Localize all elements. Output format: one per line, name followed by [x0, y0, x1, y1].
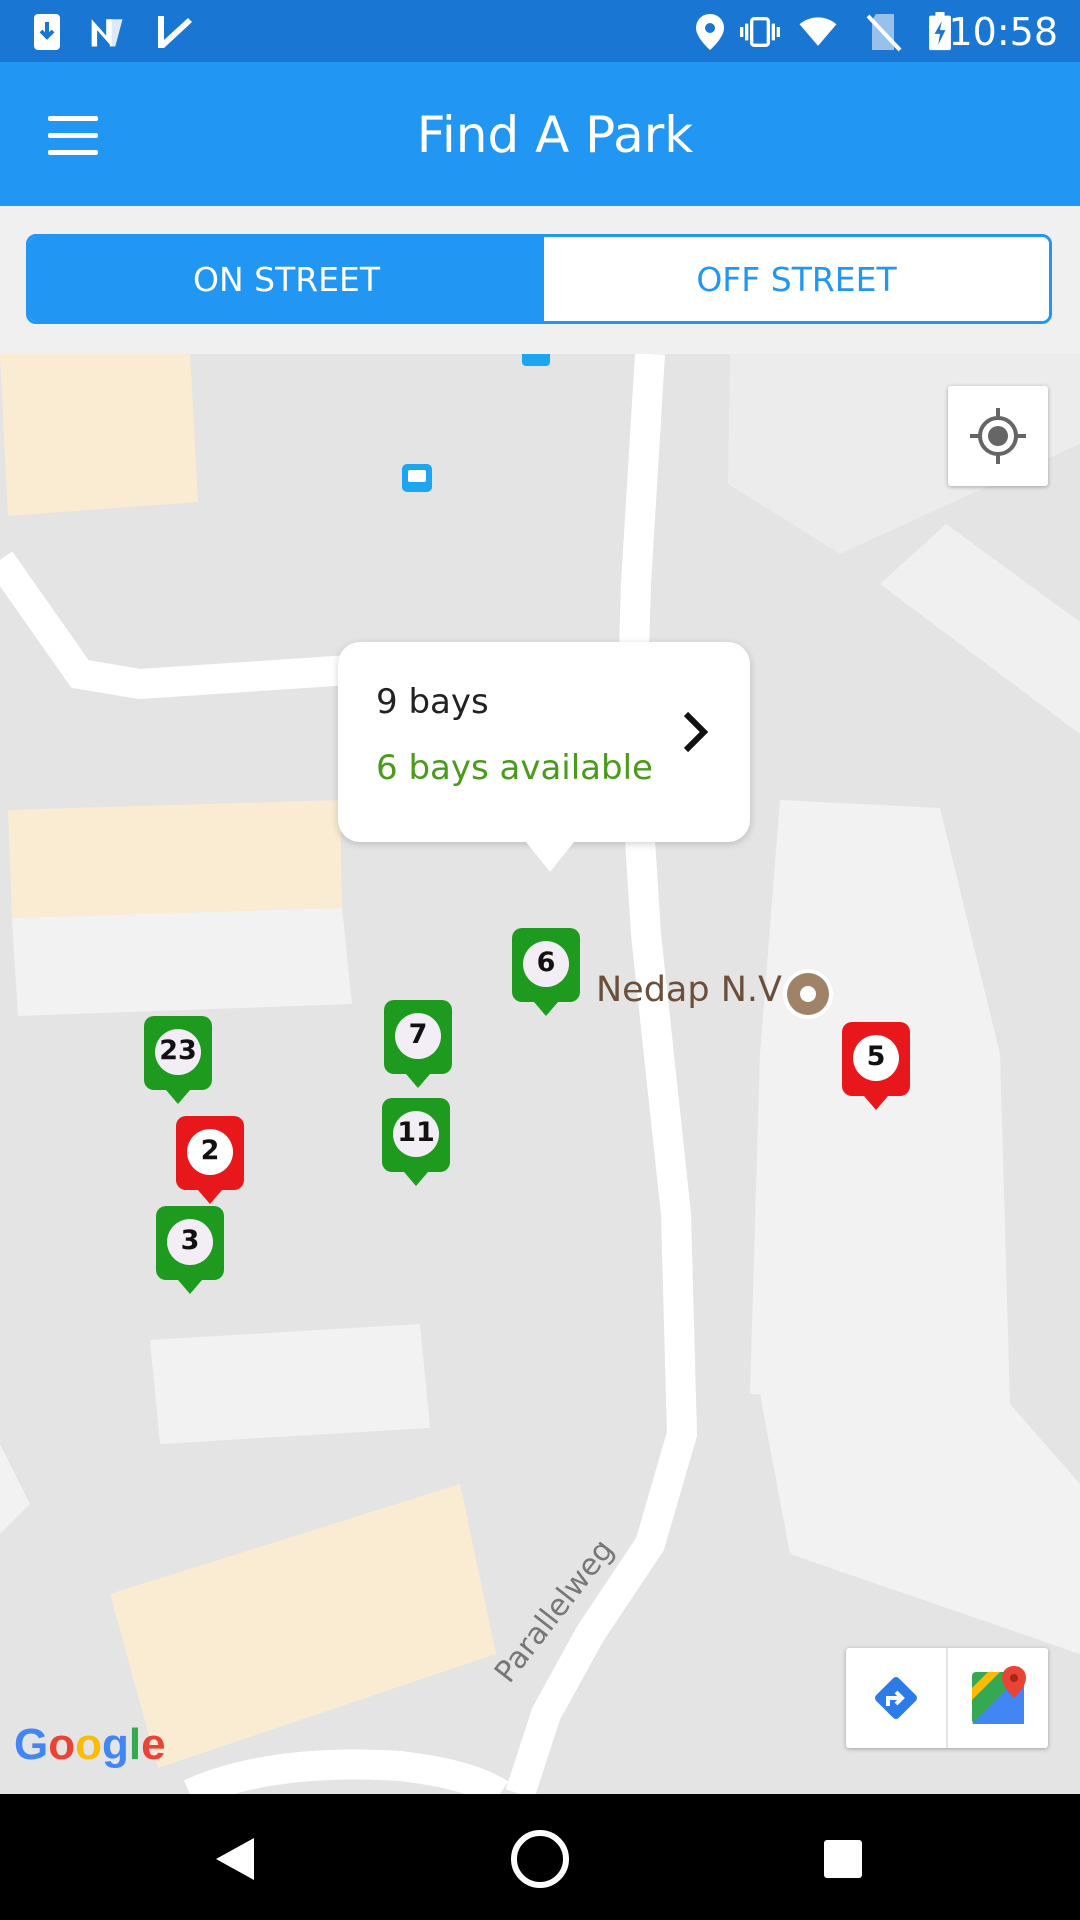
no-sim-icon — [866, 14, 902, 52]
google-logo[interactable]: Google — [14, 1720, 166, 1770]
status-time: 10:58 — [948, 10, 1058, 54]
bay-info-popup[interactable]: 9 bays 6 bays available — [338, 642, 750, 872]
parking-type-segmented-control: ON STREET OFF STREET — [26, 234, 1052, 324]
poi-label[interactable]: Nedap N.V — [596, 970, 782, 1010]
tab-on-street[interactable]: ON STREET — [29, 237, 544, 321]
directions-button[interactable] — [846, 1648, 946, 1748]
parking-marker[interactable]: 11 — [382, 1098, 450, 1194]
popup-bays-available: 6 bays available — [376, 748, 653, 788]
my-location-button[interactable] — [948, 386, 1048, 486]
status-bar: 10:58 — [0, 0, 1080, 62]
home-icon[interactable] — [505, 1824, 575, 1894]
check-app-icon — [158, 16, 192, 48]
parking-marker[interactable]: 2 — [176, 1116, 244, 1212]
vibrate-icon — [740, 17, 780, 47]
parking-type-tabs-bar: ON STREET OFF STREET — [0, 206, 1080, 354]
google-maps-icon — [972, 1666, 1026, 1724]
system-navigation-bar — [0, 1794, 1080, 1920]
my-location-icon — [970, 408, 1026, 464]
parking-marker[interactable]: 5 — [842, 1022, 910, 1118]
tab-off-street[interactable]: OFF STREET — [544, 237, 1049, 321]
parking-marker[interactable]: 3 — [156, 1206, 224, 1302]
map-view[interactable]: 9 bays 6 bays available 6 7 11 23 2 3 5 … — [0, 354, 1080, 1794]
download-icon — [34, 14, 60, 50]
chevron-right-icon — [683, 711, 709, 753]
page-title: Find A Park — [416, 106, 694, 164]
parking-marker[interactable]: 7 — [384, 1000, 452, 1096]
popup-bay-count: 9 bays — [376, 682, 489, 722]
back-icon[interactable] — [200, 1824, 270, 1894]
recents-icon[interactable] — [808, 1824, 878, 1894]
parking-marker[interactable]: 6 — [512, 928, 580, 1024]
n-app-icon — [91, 19, 123, 47]
wifi-icon — [799, 17, 837, 46]
directions-icon — [875, 1677, 917, 1719]
map-toolbar — [846, 1648, 1048, 1748]
open-in-google-maps-button[interactable] — [948, 1648, 1048, 1748]
location-icon — [696, 14, 724, 50]
parking-marker[interactable]: 23 — [144, 1016, 212, 1112]
poi-pin-icon[interactable] — [782, 968, 834, 1020]
app-bar: Find A Park — [0, 62, 1080, 206]
